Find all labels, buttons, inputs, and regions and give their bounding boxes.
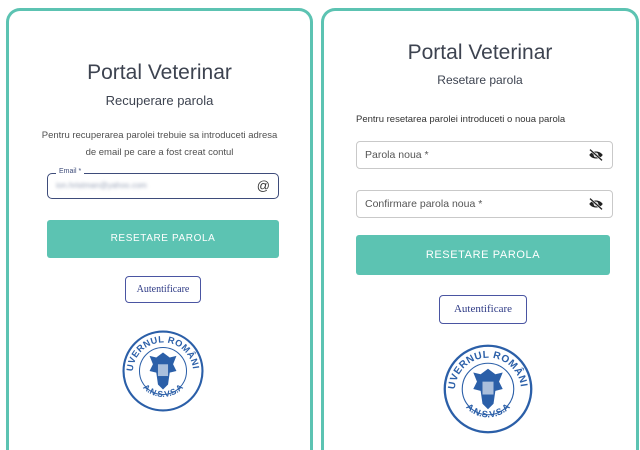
- page-title: Portal Veterinar: [407, 41, 553, 64]
- reset-password-button[interactable]: RESETARE PAROLA: [356, 235, 610, 275]
- confirm-password-field[interactable]: Confirmare parola noua *: [356, 190, 613, 218]
- page-title: Portal Veterinar: [87, 61, 232, 84]
- email-label: Email *: [56, 167, 85, 177]
- at-icon: @: [256, 178, 270, 193]
- eye-off-icon[interactable]: [588, 197, 604, 211]
- instructions-text: Pentru recuperarea parolei trebuie sa in…: [41, 130, 278, 158]
- page-subtitle: Resetare parola: [437, 73, 523, 87]
- confirm-password-placeholder: Confirmare parola noua *: [365, 198, 483, 210]
- ansvsa-seal-logo: GUVERNUL ROMÂNIEI A.N.S.V.S.A: [121, 329, 204, 412]
- eye-off-icon[interactable]: [588, 148, 604, 162]
- login-button[interactable]: Autentificare: [439, 295, 527, 324]
- recover-password-panel: Portal Veterinar Recuperare parola Pentr…: [6, 8, 313, 450]
- ansvsa-seal-logo: GUVERNUL ROMÂNIEI A.N.S.V.S.A: [442, 343, 533, 434]
- instructions-text: Pentru resetarea parolei introduceti o n…: [356, 114, 566, 125]
- page-subtitle: Recuperare parola: [105, 93, 214, 108]
- new-password-placeholder: Parola noua *: [365, 149, 429, 161]
- reset-password-panel: Portal Veterinar Resetare parola Pentru …: [321, 8, 639, 450]
- reset-password-button[interactable]: RESETARE PAROLA: [47, 220, 279, 258]
- new-password-field[interactable]: Parola noua *: [356, 141, 613, 169]
- login-button[interactable]: Autentificare: [125, 276, 201, 303]
- email-value: ion.hristman@yahoo.com: [56, 181, 147, 190]
- email-field[interactable]: Email * ion.hristman@yahoo.com @: [47, 167, 279, 199]
